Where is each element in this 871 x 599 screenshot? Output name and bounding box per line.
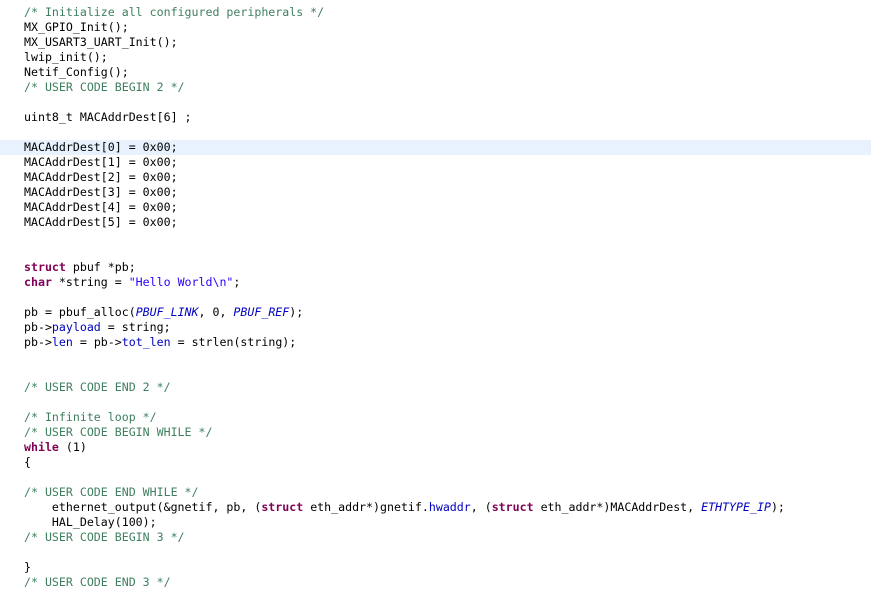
code-token-plain: ); <box>289 305 304 319</box>
code-token-plain: eth_addr*)gnetif. <box>303 500 429 514</box>
code-token-plain: HAL_Delay(100); <box>24 515 157 529</box>
code-line[interactable] <box>0 245 871 260</box>
code-token-string: "Hello World\n" <box>128 275 234 289</box>
code-line[interactable] <box>0 230 871 245</box>
code-line[interactable] <box>0 125 871 140</box>
code-line[interactable] <box>0 350 871 365</box>
code-line[interactable] <box>0 395 871 410</box>
code-token-plain: , 0, <box>198 305 234 319</box>
code-token-field: len <box>51 335 73 349</box>
code-line[interactable]: char *string = "Hello World\n"; <box>0 275 871 290</box>
code-token-comment: /* USER CODE BEGIN WHILE */ <box>24 425 213 439</box>
code-token-field: payload <box>51 320 101 334</box>
code-token-keyword: struct <box>491 500 534 514</box>
code-line[interactable]: /* USER CODE BEGIN 2 */ <box>0 80 871 95</box>
code-token-plain: } <box>24 560 31 574</box>
code-line[interactable]: MACAddrDest[5] = 0x00; <box>0 215 871 230</box>
code-token-plain: pb-> <box>24 320 52 334</box>
code-line[interactable]: MACAddrDest[4] = 0x00; <box>0 200 871 215</box>
code-token-plain: { <box>24 455 31 469</box>
code-token-plain: MX_USART3_UART_Init(); <box>24 35 178 49</box>
code-token-plain: = string; <box>100 320 171 334</box>
code-line[interactable]: MX_GPIO_Init(); <box>0 20 871 35</box>
code-token-plain: MACAddrDest[2] = 0x00; <box>24 170 178 184</box>
code-token-keyword: struct <box>24 260 66 274</box>
code-line[interactable]: MACAddrDest[3] = 0x00; <box>0 185 871 200</box>
code-token-plain: Netif_Config(); <box>24 65 129 79</box>
code-line[interactable]: } <box>0 560 871 575</box>
code-line[interactable]: pb->len = pb->tot_len = strlen(string); <box>0 335 871 350</box>
code-line[interactable]: while (1) <box>0 440 871 455</box>
code-token-comment: /* USER CODE END 3 */ <box>24 575 171 589</box>
code-editor[interactable]: /* Initialize all configured peripherals… <box>0 5 871 599</box>
code-token-comment: /* USER CODE BEGIN 3 */ <box>24 530 185 544</box>
code-token-plain: (1) <box>58 440 87 454</box>
code-token-plain: eth_addr*)MACAddrDest, <box>533 500 702 514</box>
code-token-plain: pb-> <box>24 335 52 349</box>
code-token-plain: pbuf *pb; <box>65 260 136 274</box>
code-line[interactable]: uint8_t MACAddrDest[6] ; <box>0 110 871 125</box>
code-line[interactable]: /* USER CODE END 3 */ <box>0 575 871 590</box>
code-token-plain: MACAddrDest[5] = 0x00; <box>24 215 178 229</box>
code-line[interactable]: /* Initialize all configured peripherals… <box>0 5 871 20</box>
code-token-plain: *string = <box>51 275 129 289</box>
code-token-comment: /* Initialize all configured peripherals… <box>24 5 325 19</box>
code-line[interactable] <box>0 470 871 485</box>
code-line[interactable]: pb->payload = string; <box>0 320 871 335</box>
code-line[interactable]: MACAddrDest[2] = 0x00; <box>0 170 871 185</box>
code-token-plain: MACAddrDest[0] = 0x00; <box>24 140 178 154</box>
code-token-plain: MX_GPIO_Init(); <box>24 20 129 34</box>
code-token-comment: /* Infinite loop */ <box>24 410 157 424</box>
code-token-plain: = strlen(string); <box>170 335 297 349</box>
code-line[interactable]: /* USER CODE BEGIN 3 */ <box>0 530 871 545</box>
code-line[interactable]: /* USER CODE END WHILE */ <box>0 485 871 500</box>
code-line[interactable] <box>0 95 871 110</box>
code-line[interactable] <box>0 290 871 305</box>
code-line[interactable]: /* Infinite loop */ <box>0 410 871 425</box>
code-token-plain: MACAddrDest[3] = 0x00; <box>24 185 178 199</box>
code-line[interactable] <box>0 365 871 380</box>
code-line[interactable]: ethernet_output(&gnetif, pb, (struct eth… <box>0 500 871 515</box>
code-line[interactable]: pb = pbuf_alloc(PBUF_LINK, 0, PBUF_REF); <box>0 305 871 320</box>
code-token-comment: /* USER CODE END 2 */ <box>24 380 171 394</box>
code-line[interactable]: lwip_init(); <box>0 50 871 65</box>
code-token-comment: /* USER CODE BEGIN 2 */ <box>24 80 185 94</box>
code-token-macro: PBUF_LINK <box>135 305 199 319</box>
code-token-field: tot_len <box>121 335 171 349</box>
code-token-keyword: while <box>24 440 59 454</box>
code-line[interactable]: { <box>0 455 871 470</box>
code-line[interactable]: HAL_Delay(100); <box>0 515 871 530</box>
code-token-plain: pb = pbuf_alloc( <box>24 305 136 319</box>
code-token-plain: ; <box>233 275 241 289</box>
code-line[interactable]: struct pbuf *pb; <box>0 260 871 275</box>
code-line-current[interactable]: MACAddrDest[0] = 0x00; <box>0 140 871 155</box>
code-token-plain: uint8_t MACAddrDest[6] ; <box>24 110 192 124</box>
code-token-plain: MACAddrDest[1] = 0x00; <box>24 155 178 169</box>
code-token-plain: , ( <box>470 500 492 514</box>
code-line[interactable]: /* USER CODE END 2 */ <box>0 380 871 395</box>
code-line[interactable]: Netif_Config(); <box>0 65 871 80</box>
code-token-keyword: char <box>24 275 52 289</box>
code-token-plain: ethernet_output(&gnetif, pb, ( <box>24 500 262 514</box>
code-token-comment: /* USER CODE END WHILE */ <box>24 485 199 499</box>
code-line[interactable] <box>0 545 871 560</box>
code-token-plain: = pb-> <box>72 335 122 349</box>
code-line[interactable]: MX_USART3_UART_Init(); <box>0 35 871 50</box>
code-line[interactable]: /* USER CODE BEGIN WHILE */ <box>0 425 871 440</box>
code-token-plain: ); <box>770 500 785 514</box>
code-line[interactable]: MACAddrDest[1] = 0x00; <box>0 155 871 170</box>
code-token-keyword: struct <box>261 500 304 514</box>
code-token-macro: PBUF_REF <box>233 305 290 319</box>
code-token-macro: ETHTYPE_IP <box>701 500 771 514</box>
code-token-field: hwaddr <box>428 500 471 514</box>
code-token-plain: MACAddrDest[4] = 0x00; <box>24 200 178 214</box>
code-token-plain: lwip_init(); <box>24 50 108 64</box>
